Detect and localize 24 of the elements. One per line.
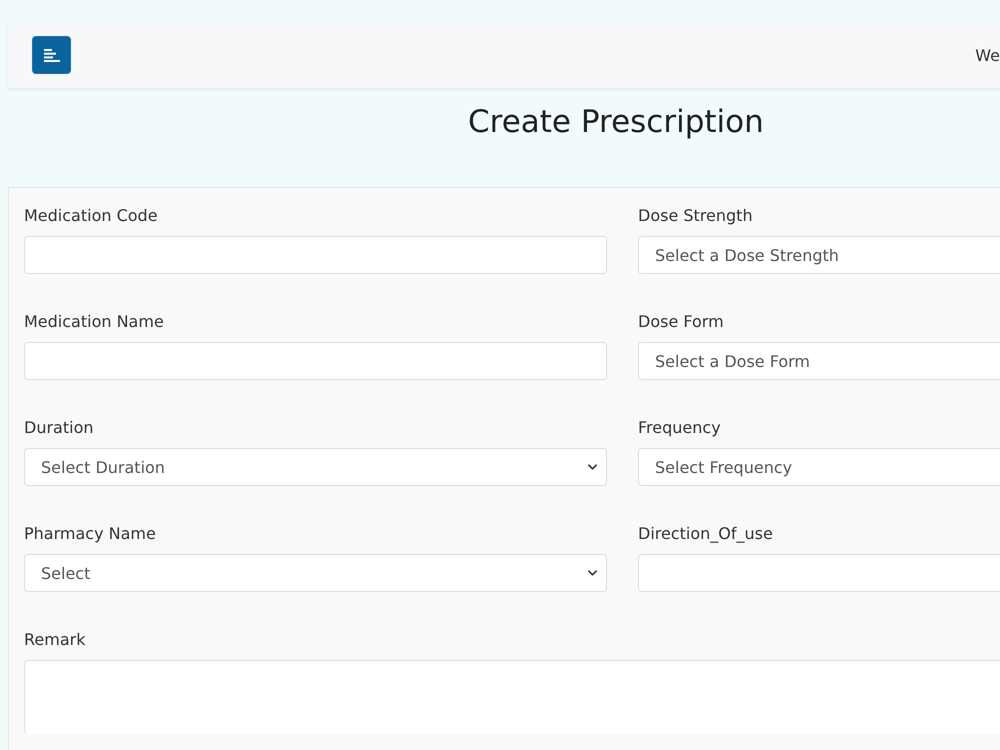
select-field[interactable]: Select a Dose Strength (638, 236, 1000, 274)
select-field[interactable]: Select (24, 554, 607, 592)
field-label: Medication Code (24, 205, 158, 227)
chevron-down-icon (588, 570, 597, 576)
text-input[interactable] (24, 236, 607, 274)
field-label: Medication Name (24, 311, 164, 333)
field-label: Dose Form (638, 311, 724, 333)
menu-button[interactable] (32, 36, 71, 74)
text-input[interactable] (638, 554, 1000, 592)
field-label: Direction_Of_use (638, 523, 773, 545)
remark-textarea[interactable] (24, 660, 1000, 734)
select-field[interactable]: Select Frequency (638, 448, 1000, 486)
greeting-text: We (975, 46, 1000, 64)
text-input[interactable] (24, 342, 607, 380)
menu-icon (44, 48, 60, 62)
select-field[interactable]: Select Duration (24, 448, 607, 486)
field-label: Frequency (638, 417, 721, 439)
field-label: Remark (24, 629, 86, 651)
chevron-down-icon (588, 464, 597, 470)
field-label: Pharmacy Name (24, 523, 156, 545)
select-field[interactable]: Select a Dose Form (638, 342, 1000, 380)
field-label: Dose Strength (638, 205, 753, 227)
field-label: Duration (24, 417, 94, 439)
page-title: Create Prescription (468, 103, 764, 141)
